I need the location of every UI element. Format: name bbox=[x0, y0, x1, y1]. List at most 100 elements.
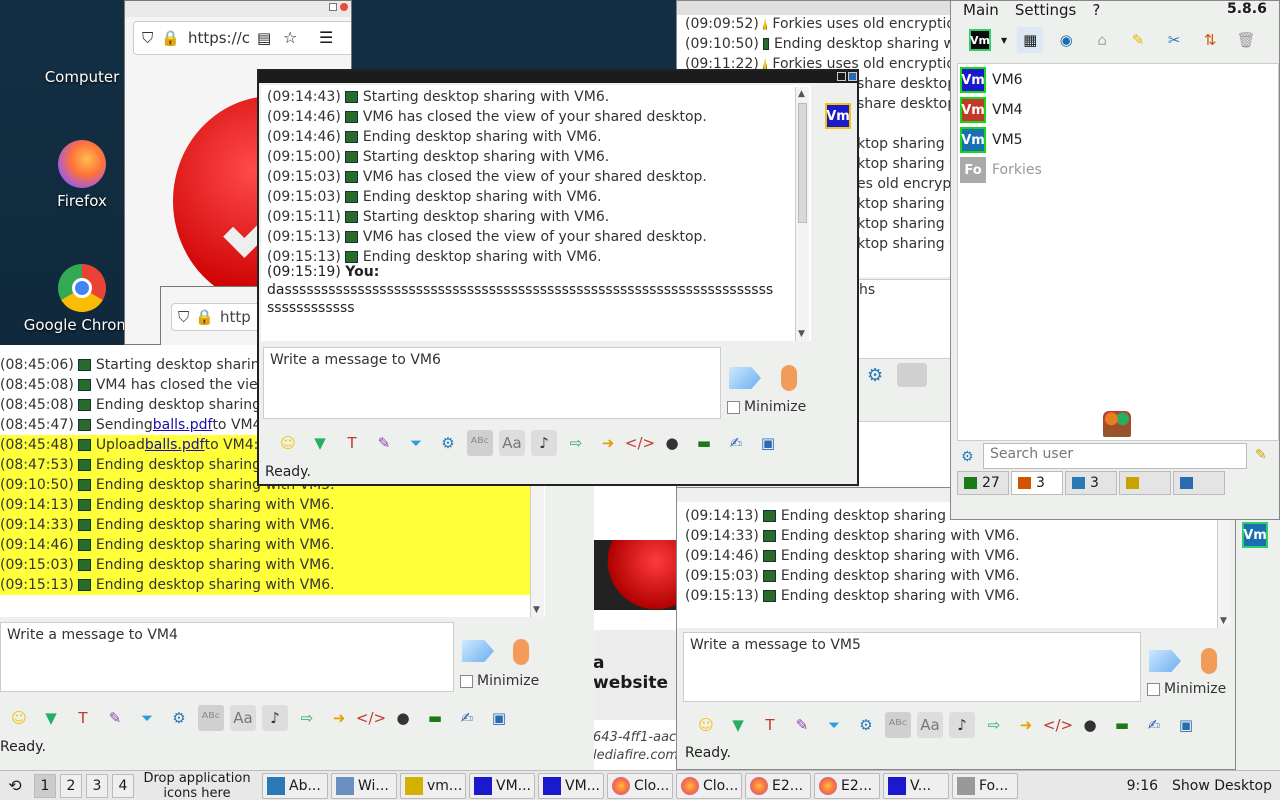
user-item-vm6[interactable]: Vm VM6 bbox=[960, 66, 1023, 94]
bookmark-star-icon[interactable]: ☆ bbox=[283, 28, 297, 47]
trash-icon[interactable]: 🗑 bbox=[1233, 27, 1259, 53]
code-icon[interactable]: </> bbox=[356, 705, 386, 731]
tab-users[interactable]: 3 bbox=[1011, 471, 1063, 495]
window-controls[interactable] bbox=[837, 72, 857, 81]
file-link[interactable]: balls.pdf bbox=[145, 435, 205, 455]
workspace-3[interactable]: 3 bbox=[86, 773, 108, 798]
text-format-icon[interactable]: Aa bbox=[917, 712, 943, 738]
tab-screen[interactable]: 27 bbox=[957, 471, 1009, 495]
spellcheck-icon[interactable]: ᴬᴮᶜ bbox=[467, 430, 493, 456]
tab-chat[interactable]: 3 bbox=[1065, 471, 1117, 495]
app-menu-icon[interactable]: ⟲ bbox=[0, 776, 30, 795]
transfer-icon[interactable]: ⇅ bbox=[1197, 27, 1223, 53]
search-user-input[interactable]: Search user bbox=[983, 443, 1247, 469]
taskbar-item[interactable]: Clo... bbox=[676, 772, 742, 799]
menu-main[interactable]: Main bbox=[963, 1, 999, 21]
nudge-icon[interactable]: ▼ bbox=[307, 430, 333, 456]
music-icon[interactable]: ♪ bbox=[531, 430, 557, 456]
microphone-icon[interactable] bbox=[513, 639, 529, 665]
send-file-icon[interactable]: ⇨ bbox=[981, 712, 1007, 738]
desktop-share-icon[interactable]: ▬ bbox=[422, 705, 448, 731]
send-icon[interactable] bbox=[729, 367, 761, 389]
vm-logo-icon[interactable]: Vm bbox=[969, 29, 991, 51]
taskbar-item[interactable]: E2... bbox=[745, 772, 811, 799]
font-icon[interactable]: T bbox=[70, 705, 96, 731]
clear-search-icon[interactable]: ✎ bbox=[1255, 447, 1267, 463]
settings-gear-icon[interactable]: ⚙ bbox=[853, 712, 879, 738]
notes-icon[interactable]: ✍ bbox=[454, 705, 480, 731]
send-icon[interactable] bbox=[1149, 650, 1181, 672]
settings-gear-icon[interactable]: ⚙ bbox=[867, 365, 883, 386]
minimize-checkbox[interactable]: Minimize bbox=[1147, 681, 1226, 697]
send-file-icon[interactable]: ⇨ bbox=[294, 705, 320, 731]
microphone-icon[interactable] bbox=[781, 365, 797, 391]
user-item-vm5[interactable]: Vm VM5 bbox=[960, 126, 1023, 154]
spellcheck-icon[interactable] bbox=[897, 363, 927, 387]
taskbar-item[interactable]: vm... bbox=[400, 772, 466, 799]
webcam-icon[interactable]: ● bbox=[659, 430, 685, 456]
music-icon[interactable]: ♪ bbox=[949, 712, 975, 738]
notes-icon[interactable]: ✍ bbox=[723, 430, 749, 456]
settings-gear-icon[interactable]: ⚙ bbox=[435, 430, 461, 456]
taskbar-item[interactable]: V... bbox=[883, 772, 949, 799]
nudge-icon[interactable]: ▼ bbox=[725, 712, 751, 738]
settings-gear-icon[interactable]: ⚙ bbox=[166, 705, 192, 731]
music-icon[interactable]: ♪ bbox=[262, 705, 288, 731]
color-icon[interactable]: ✎ bbox=[789, 712, 815, 738]
save-icon[interactable]: ▣ bbox=[1173, 712, 1199, 738]
text-format-icon[interactable]: Aa bbox=[230, 705, 256, 731]
filter-icon[interactable]: ⏷ bbox=[821, 712, 847, 738]
save-icon[interactable]: ▣ bbox=[755, 430, 781, 456]
smiley-icon[interactable]: ☺ bbox=[275, 430, 301, 456]
folder-icon[interactable]: ➜ bbox=[326, 705, 352, 731]
spellcheck-icon[interactable]: ᴬᴮᶜ bbox=[885, 712, 911, 738]
save-icon[interactable]: ▣ bbox=[486, 705, 512, 731]
font-icon[interactable]: T bbox=[757, 712, 783, 738]
home-icon[interactable]: ⌂ bbox=[1089, 27, 1115, 53]
chat-scrollbar[interactable]: ▲ ▼ bbox=[795, 87, 809, 341]
taskbar-item[interactable]: E2... bbox=[814, 772, 880, 799]
message-input[interactable]: Write a message to VM6 bbox=[263, 347, 721, 419]
network-icon[interactable]: ◉ bbox=[1053, 27, 1079, 53]
font-icon[interactable]: T bbox=[339, 430, 365, 456]
microphone-icon[interactable] bbox=[1201, 648, 1217, 674]
smiley-icon[interactable]: ☺ bbox=[6, 705, 32, 731]
taskbar-item[interactable]: VM... bbox=[469, 772, 535, 799]
taskbar-item[interactable]: Clo... bbox=[607, 772, 673, 799]
menu-icon[interactable]: ☰ bbox=[319, 28, 333, 47]
message-input[interactable]: Write a message to VM4 bbox=[0, 622, 454, 692]
workspace-2[interactable]: 2 bbox=[60, 773, 82, 798]
user-item-forkies[interactable]: Fo Forkies bbox=[960, 156, 1042, 184]
folder-icon[interactable]: ➜ bbox=[595, 430, 621, 456]
send-file-icon[interactable]: ⇨ bbox=[563, 430, 589, 456]
text-format-icon[interactable]: Aa bbox=[499, 430, 525, 456]
file-link[interactable]: balls.pdf bbox=[153, 415, 213, 435]
tab-pin[interactable] bbox=[1173, 471, 1225, 495]
taskbar-item[interactable]: VM... bbox=[538, 772, 604, 799]
reader-icon[interactable]: ▤ bbox=[257, 29, 271, 47]
taskbar-item[interactable]: Wi... bbox=[331, 772, 397, 799]
desktop-share-icon[interactable]: ▬ bbox=[691, 430, 717, 456]
webcam-icon[interactable]: ● bbox=[390, 705, 416, 731]
filter-icon[interactable]: ⏷ bbox=[403, 430, 429, 456]
color-icon[interactable]: ✎ bbox=[102, 705, 128, 731]
tab-group[interactable] bbox=[1119, 471, 1171, 495]
code-icon[interactable]: </> bbox=[1043, 712, 1073, 738]
window-controls[interactable] bbox=[329, 3, 351, 13]
workspace-1[interactable]: 1 bbox=[34, 773, 56, 798]
send-icon[interactable] bbox=[462, 640, 494, 662]
dropdown-arrow-icon[interactable]: ▼ bbox=[1001, 36, 1007, 45]
filter-icon[interactable]: ⏷ bbox=[134, 705, 160, 731]
preferences-icon[interactable]: ▦ bbox=[1017, 27, 1044, 53]
minimize-checkbox[interactable]: Minimize bbox=[460, 673, 539, 689]
taskbar-item[interactable]: Fo... bbox=[952, 772, 1018, 799]
nudge-icon[interactable]: ▼ bbox=[38, 705, 64, 731]
spellcheck-icon[interactable]: ᴬᴮᶜ bbox=[198, 705, 224, 731]
user-item-vm4[interactable]: Vm VM4 bbox=[960, 96, 1023, 124]
notes-icon[interactable]: ✍ bbox=[1141, 712, 1167, 738]
minimize-checkbox[interactable]: Minimize bbox=[727, 399, 806, 415]
taskbar-item[interactable]: Ab... bbox=[262, 772, 328, 799]
menu-help[interactable]: ? bbox=[1092, 1, 1100, 21]
webcam-icon[interactable]: ● bbox=[1077, 712, 1103, 738]
menu-settings[interactable]: Settings bbox=[1015, 1, 1077, 21]
